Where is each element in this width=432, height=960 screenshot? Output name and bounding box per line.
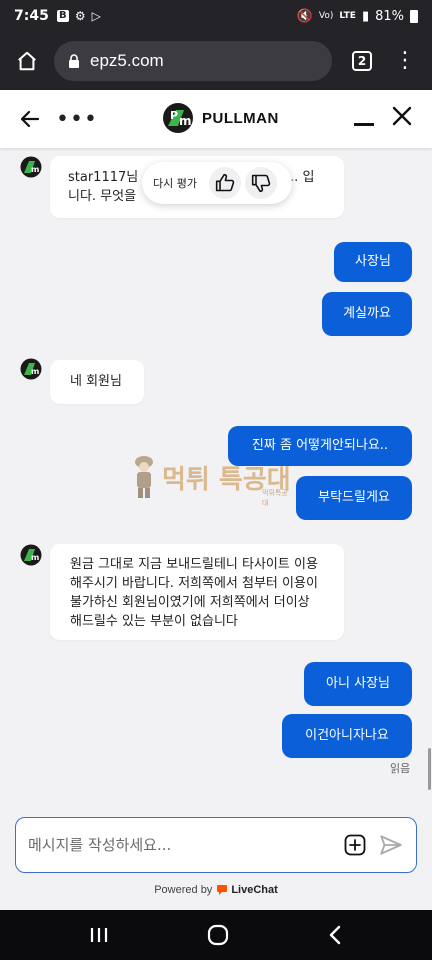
- battery-icon: [410, 9, 418, 23]
- agent-avatar: m: [20, 156, 42, 178]
- status-time: 7:45: [14, 8, 49, 24]
- chat-header: ••• m P PULLMAN: [0, 90, 432, 148]
- settings-gear-icon: ⚙: [74, 9, 86, 23]
- powered-by-label: Powered by: [154, 884, 213, 896]
- volte-label: Vo): [318, 11, 334, 21]
- livechat-logo-icon: [217, 885, 228, 895]
- thumbs-up-button[interactable]: [208, 167, 241, 199]
- status-bar: 7:45 B ⚙ ▷ 🔇 Vo) LTE ▮ 81%: [0, 0, 432, 32]
- watermark-subtext: 먹튀특공대: [262, 489, 288, 507]
- mute-icon: 🔇: [296, 8, 313, 24]
- thumbs-down-button[interactable]: [244, 167, 277, 199]
- send-icon[interactable]: [378, 832, 404, 858]
- home-icon: [18, 51, 36, 71]
- network-type: LTE: [339, 11, 356, 21]
- play-store-icon: ▷: [91, 9, 101, 23]
- home-circle-icon[interactable]: [207, 924, 229, 946]
- chat-messages[interactable]: m star1117님 ……………………………… 입니다. 무엇을 다시 평가 …: [0, 148, 432, 808]
- add-attachment-icon[interactable]: [344, 834, 366, 856]
- user-message: 부탁드릴게요: [296, 476, 412, 520]
- signal-icon: ▮: [361, 8, 370, 24]
- back-button[interactable]: [14, 103, 46, 135]
- svg-text:m: m: [31, 553, 39, 562]
- system-navigation-bar: [0, 910, 432, 960]
- back-chevron-icon[interactable]: [327, 925, 343, 945]
- brand-name: PULLMAN: [202, 109, 279, 127]
- svg-text:P: P: [170, 109, 178, 122]
- pullman-logo-icon: m P: [163, 103, 193, 133]
- user-message: 진짜 좀 어떻게안되나요..: [228, 426, 412, 466]
- chat-scrollbar[interactable]: [428, 748, 431, 790]
- minimize-button[interactable]: [354, 114, 374, 126]
- message-composer: [15, 817, 417, 873]
- user-message: 아니 사장님: [304, 662, 412, 706]
- close-icon[interactable]: [390, 104, 414, 128]
- agent-avatar: m: [20, 544, 42, 566]
- thumbs-up-icon: [215, 173, 235, 192]
- svg-text:m: m: [179, 114, 192, 128]
- battery-percent: 81%: [375, 8, 404, 24]
- powered-by-footer[interactable]: Powered by LiveChat: [0, 880, 432, 900]
- read-receipt: 읽음: [390, 762, 411, 775]
- browser-toolbar: epz5.com 2 ⋮: [0, 32, 432, 90]
- agent-avatar: m: [20, 358, 42, 380]
- home-button[interactable]: [12, 46, 42, 76]
- arrow-left-icon: [20, 110, 40, 128]
- user-message: 계실까요: [322, 292, 412, 336]
- agent-message: 네 회원님: [50, 360, 144, 404]
- svg-text:m: m: [31, 367, 39, 376]
- recent-apps-icon[interactable]: [89, 926, 109, 944]
- message-input[interactable]: [28, 836, 336, 854]
- svg-text:m: m: [31, 165, 39, 174]
- soldier-mascot-icon: [135, 456, 153, 498]
- more-options-icon[interactable]: •••: [56, 107, 98, 132]
- brand-logo: m P PULLMAN: [162, 102, 279, 134]
- lock-icon: [69, 54, 79, 68]
- user-message: 이건아니자나요: [282, 714, 412, 758]
- url-text: epz5.com: [90, 51, 164, 70]
- browser-menu-icon[interactable]: ⋮: [394, 50, 416, 72]
- rating-popup: 다시 평가: [142, 162, 292, 204]
- livechat-brand: LiveChat: [231, 884, 278, 896]
- rate-again-label: 다시 평가: [153, 177, 197, 190]
- b-app-icon: B: [56, 10, 69, 22]
- agent-message: 원금 그대로 지금 보내드릴테니 타사이트 이용 해주시기 바랍니다. 저희쪽에…: [50, 544, 344, 640]
- thumbs-down-icon: [251, 174, 271, 193]
- user-message: 사장님: [334, 242, 412, 282]
- tab-switcher-button[interactable]: 2: [352, 51, 372, 71]
- address-bar[interactable]: epz5.com: [54, 41, 332, 81]
